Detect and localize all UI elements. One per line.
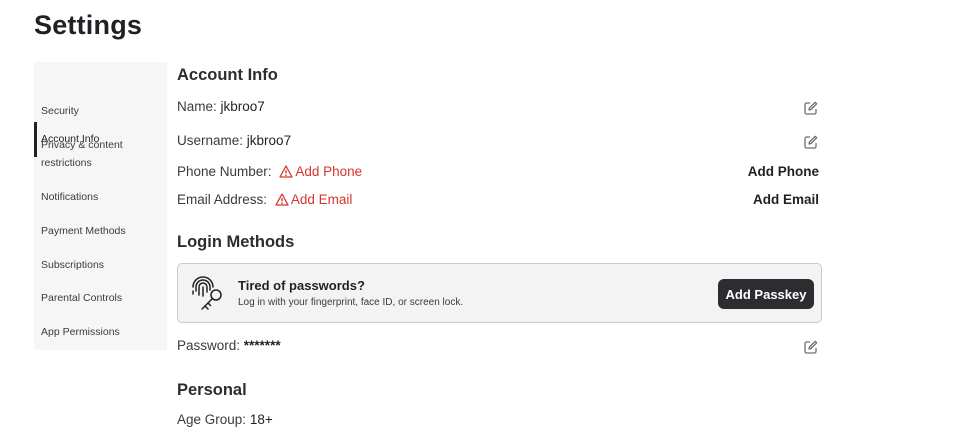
passkey-card-title: Tired of passwords?: [238, 278, 365, 293]
email-warning-text: Add Email: [290, 192, 353, 207]
password-row: Password: *******: [177, 338, 281, 353]
username-value: jkbroo7: [246, 133, 292, 148]
sidebar-item-security[interactable]: Security: [34, 102, 167, 120]
edit-username-icon[interactable]: [803, 134, 819, 150]
sidebar-item-subscriptions[interactable]: Subscriptions: [34, 256, 167, 274]
password-value: *******: [243, 338, 281, 353]
email-label: Email Address:: [177, 192, 268, 207]
fingerprint-key-icon: [192, 276, 222, 310]
sidebar-item-payment-methods[interactable]: Payment Methods: [34, 222, 167, 240]
passkey-card-subtitle: Log in with your fingerprint, face ID, o…: [238, 297, 464, 308]
phone-warning: Add Phone: [279, 164, 362, 179]
password-label: Password:: [177, 338, 241, 353]
username-label: Username:: [177, 133, 244, 148]
login-methods-heading: Login Methods: [177, 233, 295, 251]
edit-name-icon[interactable]: [803, 100, 819, 116]
phone-row: Phone Number: Add Phone: [177, 164, 362, 179]
warning-triangle-icon: [279, 165, 293, 178]
phone-label: Phone Number:: [177, 164, 272, 179]
add-passkey-button[interactable]: Add Passkey: [718, 279, 814, 309]
sidebar-item-privacy[interactable]: Privacy & content restrictions: [34, 136, 167, 172]
add-email-link[interactable]: Add Email: [753, 192, 819, 207]
page-title: Settings: [34, 10, 143, 40]
account-info-heading: Account Info: [177, 66, 278, 84]
email-warning: Add Email: [275, 192, 353, 207]
personal-heading: Personal: [177, 381, 247, 399]
username-row: Username: jkbroo7: [177, 133, 291, 148]
age-group-row: Age Group: 18+: [177, 412, 273, 427]
email-row: Email Address: Add Email: [177, 192, 352, 207]
name-value: jkbroo7: [220, 99, 265, 114]
age-group-label: Age Group:: [177, 412, 247, 427]
sidebar-item-parental-controls[interactable]: Parental Controls: [34, 289, 167, 307]
warning-triangle-icon: [275, 193, 289, 206]
phone-warning-text: Add Phone: [295, 164, 363, 179]
passkey-card: Tired of passwords? Log in with your fin…: [177, 263, 822, 323]
sidebar-item-app-permissions[interactable]: App Permissions: [34, 323, 167, 341]
name-row: Name: jkbroo7: [177, 99, 265, 114]
age-group-value: 18+: [249, 412, 273, 427]
name-label: Name:: [177, 99, 217, 114]
edit-password-icon[interactable]: [803, 339, 819, 355]
settings-sidebar: Account Info Security Privacy & content …: [34, 62, 167, 350]
add-phone-link[interactable]: Add Phone: [748, 164, 819, 179]
sidebar-item-notifications[interactable]: Notifications: [34, 188, 167, 206]
